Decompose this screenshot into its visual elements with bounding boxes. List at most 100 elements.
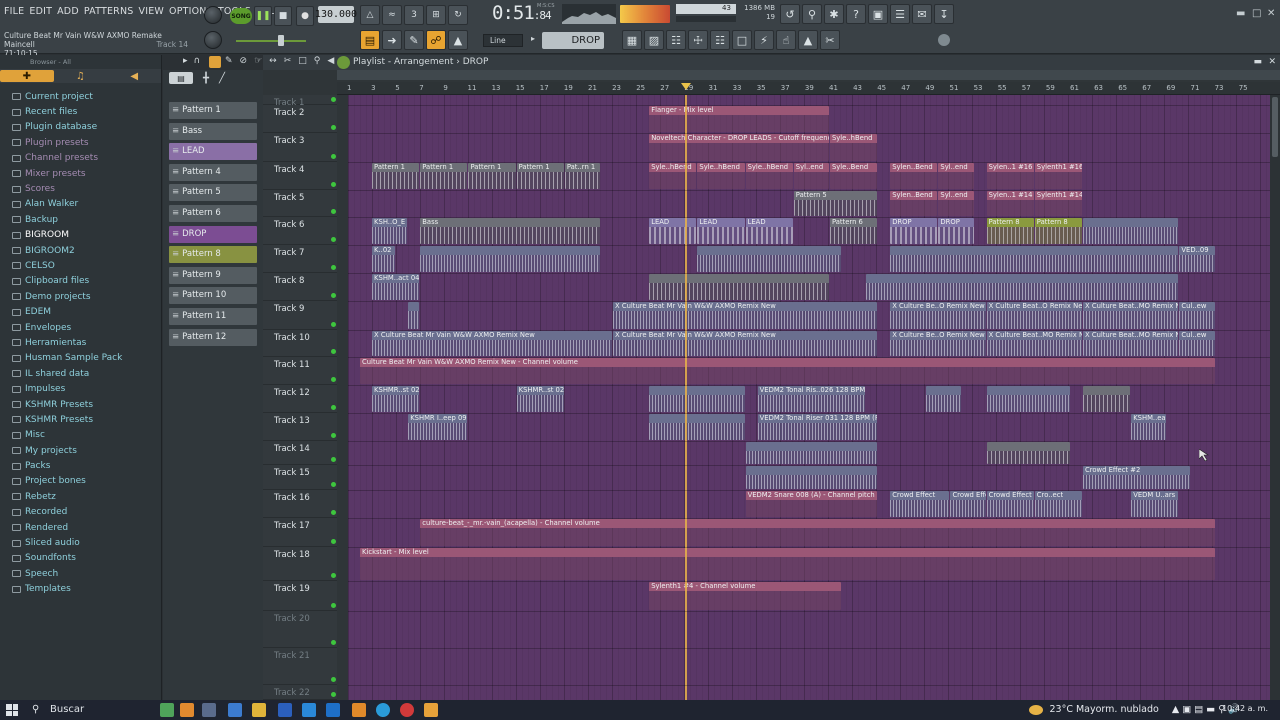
master-volume-slider-handle[interactable] <box>278 35 284 46</box>
automation-clip[interactable]: Syl..end <box>938 163 974 189</box>
automation-clip[interactable]: Syl..end <box>938 191 974 216</box>
menu-view[interactable]: VIEW <box>139 6 165 17</box>
track-enable-icon[interactable] <box>331 125 336 130</box>
pattern-clip[interactable]: LEAD <box>745 218 793 244</box>
automation-clip[interactable]: Sylenth1 #4 - Channel volume <box>649 582 841 610</box>
tempo-display[interactable]: 130.000 <box>315 6 357 23</box>
snap-arrow-icon[interactable]: ▸ <box>531 34 535 43</box>
track-enable-icon[interactable] <box>331 265 336 270</box>
vertical-scrollbar[interactable] <box>1270 95 1280 700</box>
picker-item[interactable]: ≡ Pattern 11 <box>169 308 257 325</box>
draw-tool-icon[interactable] <box>209 56 221 68</box>
project-button[interactable]: □ <box>732 30 752 50</box>
browser-item[interactable]: Plugin database <box>0 120 161 135</box>
taskbar-app-1-icon[interactable] <box>160 703 174 717</box>
browser-tab-current[interactable]: ♫ <box>54 70 108 82</box>
playlist-button[interactable]: ▦ <box>622 30 642 50</box>
record-button[interactable]: ● <box>296 6 314 26</box>
playhead-line[interactable] <box>685 95 687 700</box>
menu-add[interactable]: ADD <box>57 6 79 17</box>
browser-item[interactable]: Demo projects <box>0 289 161 304</box>
picker-item[interactable]: ≡ Pattern 12 <box>169 328 257 346</box>
snap-selector[interactable]: Line <box>483 34 523 47</box>
vertical-scrollbar-thumb[interactable] <box>1272 97 1278 157</box>
track-enable-icon[interactable] <box>331 573 336 578</box>
audio-clip[interactable]: KSHM..act 04 <box>372 274 420 300</box>
pattern-clip[interactable]: DROP <box>890 218 938 244</box>
browser-item[interactable]: Plugin presets <box>0 135 161 150</box>
picker-item[interactable]: ≡ Pattern 1 <box>169 102 257 119</box>
audio-clip[interactable]: KSHMR..st 02 <box>516 386 564 412</box>
picker-item[interactable]: ≡ Pattern 9 <box>169 266 257 284</box>
paint-icon[interactable]: ✎ <box>225 56 233 66</box>
track-enable-icon[interactable] <box>331 349 336 354</box>
automation-clip[interactable]: Sylenth1 #16 <box>1034 163 1082 189</box>
mail-icon[interactable] <box>326 703 340 717</box>
metronome-button[interactable]: △ <box>360 5 380 25</box>
browser-item[interactable]: KSHMR Presets <box>0 397 161 412</box>
browser-item[interactable]: Recorded <box>0 505 161 520</box>
wait-input-button[interactable]: ≈ <box>382 5 402 25</box>
audio-clip[interactable]: K..02 <box>372 246 396 272</box>
automation-clip[interactable]: Syle..hBend <box>697 163 745 189</box>
edge-icon[interactable] <box>376 703 390 717</box>
track-enable-icon[interactable] <box>331 154 336 159</box>
draw-button[interactable]: ✎ <box>404 30 424 50</box>
automation-clip[interactable]: VEDM2 Snare 008 (A) - Channel pitch <box>745 491 878 517</box>
stop-button[interactable]: ■ <box>274 6 292 26</box>
delete-icon[interactable]: ⊘ <box>240 56 248 66</box>
track-header[interactable]: Track 6 <box>263 217 337 245</box>
track-header[interactable]: Track 16 <box>263 490 337 518</box>
countdown-button[interactable]: 3 <box>404 5 424 25</box>
picker-audio-icon[interactable]: ╋ <box>203 73 209 84</box>
browser-item[interactable]: Recent files <box>0 104 161 119</box>
audio-clip[interactable] <box>649 414 745 440</box>
fl-studio-active-icon[interactable] <box>424 703 438 717</box>
browser-item[interactable]: IL shared data <box>0 366 161 381</box>
loop-record-button[interactable]: ↻ <box>448 5 468 25</box>
track-header[interactable]: Track 13 <box>263 413 337 441</box>
picker-item[interactable]: ≡ Pattern 5 <box>169 184 257 202</box>
track-enable-icon[interactable] <box>331 237 336 242</box>
track-header[interactable]: Track 4 <box>263 162 337 190</box>
file-explorer-icon[interactable] <box>252 703 266 717</box>
zoom-icon[interactable]: ⚲ <box>314 56 321 66</box>
audio-clip[interactable]: Cul..ew <box>1179 302 1215 329</box>
automation-clip[interactable]: Syle..hBend <box>829 134 878 161</box>
pattern-clip[interactable]: Pattern 8 <box>1034 218 1082 244</box>
overview-bar[interactable] <box>337 70 1280 93</box>
track-enable-icon[interactable] <box>331 322 336 327</box>
track-enable-icon[interactable] <box>331 692 336 697</box>
track-header[interactable]: Track 3 <box>263 133 337 162</box>
browser-item[interactable]: Speech <box>0 566 161 581</box>
browser-item[interactable]: Clipboard files <box>0 274 161 289</box>
automation-clip[interactable]: Sylen..1 #16 <box>986 163 1034 189</box>
audio-clip[interactable]: Crowd Effect #2 <box>1083 466 1191 489</box>
touch-keyboard-button[interactable]: ☝ <box>776 30 796 50</box>
audio-clip[interactable]: KSHM..ean <box>1131 414 1167 440</box>
taskbar-search[interactable]: ⚲ Buscar <box>24 702 154 718</box>
taskbar-app-2-icon[interactable] <box>180 703 194 717</box>
start-icon[interactable] <box>6 704 18 716</box>
browser-item[interactable]: Alan Walker <box>0 197 161 212</box>
magnet-icon[interactable]: ∩ <box>194 56 201 66</box>
browser-item[interactable]: Backup <box>0 212 161 227</box>
picker-item[interactable]: ≡ Bass <box>169 122 257 140</box>
track-header[interactable]: Track 10 <box>263 330 337 357</box>
track-enable-icon[interactable] <box>331 97 336 102</box>
browser-item[interactable]: Sliced audio <box>0 535 161 550</box>
stamp-button[interactable]: ▲ <box>448 30 468 50</box>
track-enable-icon[interactable] <box>331 510 336 515</box>
pattern-mode-button[interactable]: ▤ <box>360 30 380 50</box>
track-header[interactable]: Track 15 <box>263 465 337 490</box>
tempo-tapper-button[interactable]: ▲ <box>798 30 818 50</box>
audio-clip[interactable]: X Culture Beat Mr Vain W&W AXMO Remix Ne… <box>613 302 878 329</box>
arrow-left-icon[interactable]: ▸ <box>183 56 188 66</box>
pattern-clip[interactable]: Pattern 1 <box>372 163 420 189</box>
pattern-clip[interactable]: Pattern 6 <box>829 218 878 244</box>
audio-clip[interactable] <box>697 246 841 272</box>
audio-clip[interactable]: KSH..O_E <box>372 218 408 244</box>
pattern-clip[interactable]: LEAD <box>697 218 745 244</box>
pattern-clip[interactable]: LEAD <box>649 218 697 244</box>
audio-clip[interactable]: Crowd Effect <box>890 491 950 517</box>
